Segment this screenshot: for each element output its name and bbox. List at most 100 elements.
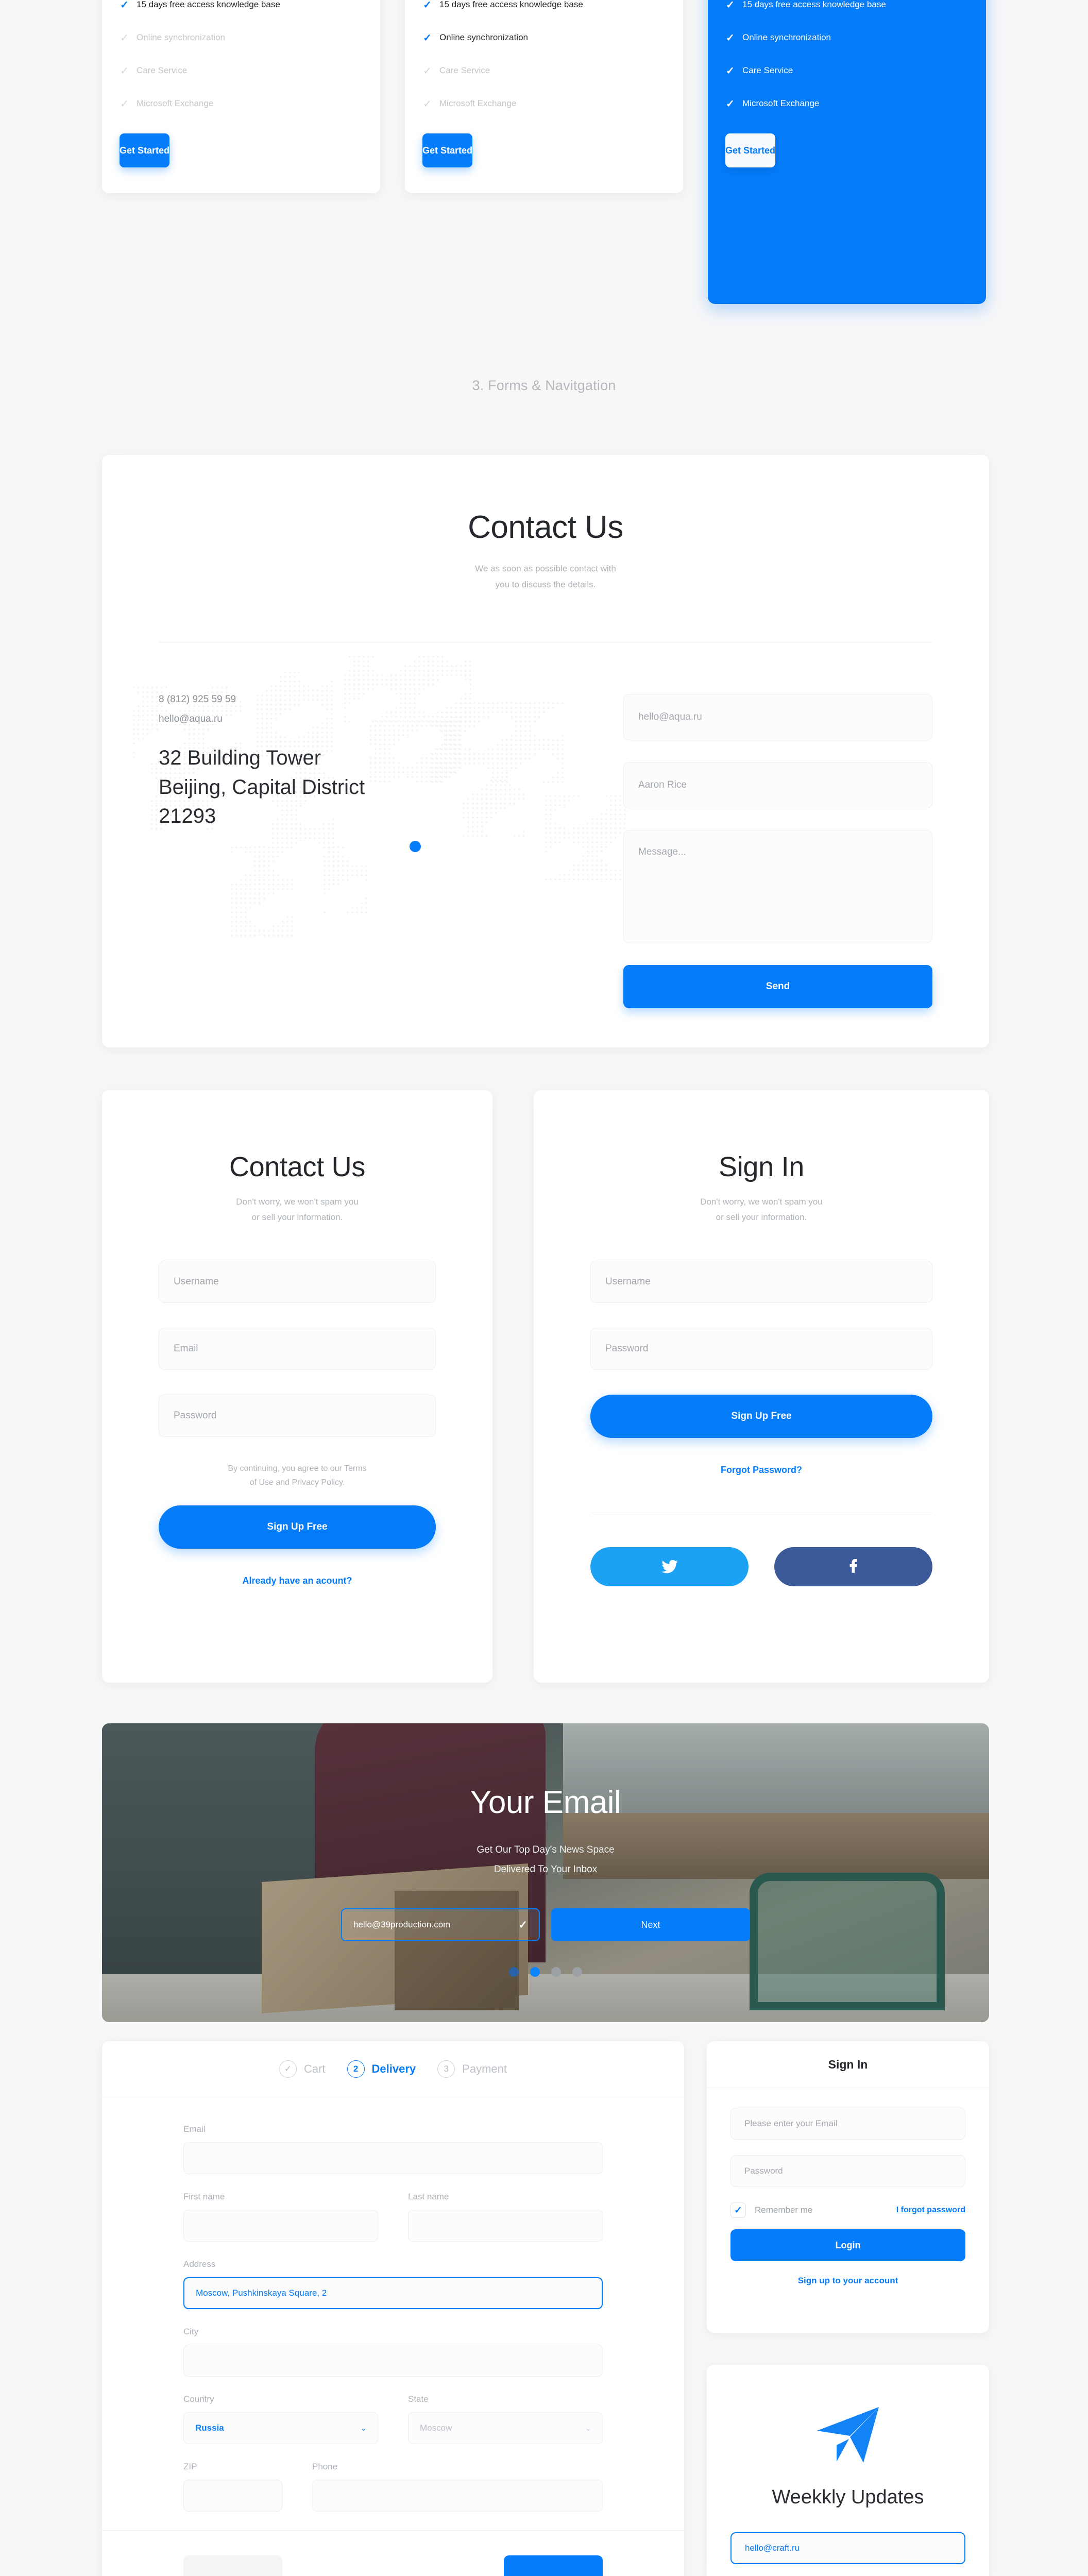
facebook-login-button[interactable]: [774, 1547, 932, 1586]
signup-password-input[interactable]: [159, 1394, 436, 1437]
address-line-2: Beijing, Capital District: [159, 775, 365, 799]
contact-phone: 8 (812) 925 59 59: [159, 693, 236, 705]
signin-subtitle: Don't worry, we won't spam you or sell y…: [590, 1194, 932, 1226]
pricing-section: $0 How to level up your productivity and…: [0, 0, 1088, 304]
signup-subtitle-line2: or sell your information.: [251, 1212, 343, 1223]
signup-username-input[interactable]: [159, 1260, 436, 1303]
already-have-account-link[interactable]: Already have an acount?: [159, 1575, 436, 1586]
pricing-feature-label: Care Service: [742, 65, 793, 75]
get-started-button[interactable]: Get Started: [120, 133, 170, 167]
contact-subtitle-line1: We as soon as possible contact with: [475, 564, 616, 573]
carousel-dot[interactable]: [572, 1967, 582, 1977]
signup-subtitle-line1: Don't worry, we won't spam you: [236, 1197, 359, 1207]
check-icon: ✓: [120, 32, 129, 44]
pricing-feature: ✓ Care Service: [120, 54, 363, 87]
hero-next-button[interactable]: Next: [551, 1908, 750, 1941]
get-started-button[interactable]: Get Started: [422, 133, 473, 167]
sidebar-password-input[interactable]: [730, 2155, 965, 2187]
pricing-feature: ✓ Care Service: [422, 54, 666, 87]
signup-email-input[interactable]: [159, 1327, 436, 1370]
hero-subtitle-line2: Delivered To Your Inbox: [494, 1864, 598, 1875]
forgot-password-link[interactable]: I forgot password: [896, 2206, 965, 2215]
checkout-zip-input[interactable]: [183, 2480, 282, 2512]
section-heading: 3. Forms & Navitgation: [472, 378, 616, 393]
get-started-button[interactable]: Get Started: [725, 133, 776, 167]
field-state: State ⌄: [408, 2394, 603, 2444]
country-select-wrap: ⌄: [183, 2412, 378, 2444]
first-name-label: First name: [183, 2192, 225, 2201]
hero-email-input[interactable]: hello@39production.com ✓: [341, 1908, 540, 1941]
checkout-first-name-input[interactable]: [183, 2210, 378, 2242]
pricing-card-standard: $9 Computer hardware desktops and notebo…: [405, 0, 683, 193]
checkout-email-input[interactable]: [183, 2142, 603, 2174]
remember-me-checkbox[interactable]: ✓: [730, 2202, 746, 2218]
pricing-feature-list: ✓5 Gb of space ✓15 days free access know…: [708, 0, 986, 124]
checkout-phone-input[interactable]: [312, 2480, 603, 2512]
pricing-feature: ✓ Online synchronization: [120, 21, 363, 54]
delivery-form: Email First name Last name Address City: [102, 2097, 684, 2512]
twitter-login-button[interactable]: [590, 1547, 749, 1586]
checkout-city-input[interactable]: [183, 2345, 603, 2377]
pricing-feature: ✓ 15 days free access knowledge base: [422, 0, 666, 21]
checkout-last-name-input[interactable]: [408, 2210, 603, 2242]
signup-title: Contact Us: [229, 1151, 366, 1182]
signin-card: Sign In Don't worry, we won't spam you o…: [534, 1090, 989, 1683]
signup-submit-button[interactable]: Sign Up Free: [159, 1505, 436, 1549]
contact-title: Contact Us: [468, 510, 623, 545]
field-group-email: Email: [183, 2124, 603, 2174]
newsletter-email-input[interactable]: [730, 2532, 965, 2564]
checkout-country-select[interactable]: [183, 2412, 378, 2444]
signin-username-input[interactable]: [590, 1260, 932, 1303]
carousel-dot-active[interactable]: [530, 1967, 540, 1977]
address-line-3: 21293: [159, 805, 216, 828]
contact-us-card: Contact Us We as soon as possible contac…: [102, 455, 989, 1047]
forgot-password-link[interactable]: Forgot Password?: [590, 1465, 932, 1476]
contact-content: Contact Us We as soon as possible contac…: [102, 455, 989, 1008]
sidebar-signin-form: ✓ Remember me I forgot password Login Si…: [707, 2088, 989, 2286]
hero-title: Your Email: [470, 1785, 621, 1820]
step-delivery[interactable]: 2 Delivery: [347, 2060, 416, 2078]
contact-message-input[interactable]: [623, 829, 932, 943]
contact-email-input[interactable]: [623, 693, 932, 740]
pricing-feature-list: ✓5 Gb of space ✓15 days free access know…: [102, 0, 380, 124]
sidebar-email-input[interactable]: [730, 2108, 965, 2140]
check-icon: ✓: [279, 2060, 297, 2078]
last-name-label: Last name: [408, 2192, 449, 2201]
signup-card: Contact Us Don't worry, we won't spam yo…: [102, 1090, 492, 1683]
step-payment[interactable]: 3 Payment: [437, 2060, 507, 2078]
step-number-badge: 3: [437, 2060, 455, 2078]
checkout-continue-button[interactable]: [504, 2555, 603, 2576]
facebook-icon: [849, 1558, 857, 1573]
field-phone: Phone: [312, 2462, 603, 2512]
terms-line-2: of Use and Privacy Policy.: [249, 1478, 345, 1487]
signup-link[interactable]: Sign up to your account: [730, 2276, 965, 2286]
check-icon: ✓: [120, 98, 129, 110]
carousel-dot[interactable]: [551, 1967, 561, 1977]
twitter-icon: [661, 1560, 678, 1573]
checkout-back-button[interactable]: [183, 2555, 282, 2576]
pricing-feature: ✓ Microsoft Exchange: [422, 87, 666, 120]
field-last-name: Last name: [408, 2192, 603, 2242]
checkout-state-select[interactable]: [408, 2412, 603, 2444]
email-label: Email: [183, 2124, 206, 2134]
pricing-card-basic: $0 How to level up your productivity and…: [102, 0, 380, 193]
address-line-1: 32 Building Tower: [159, 746, 321, 769]
check-icon: ✓: [120, 65, 129, 77]
address-label: Address: [183, 2259, 216, 2269]
signin-password-input[interactable]: [590, 1327, 932, 1370]
carousel-dot[interactable]: [509, 1967, 519, 1977]
pricing-feature: ✓ Online synchronization: [422, 21, 666, 54]
checkout-address-input[interactable]: [183, 2277, 603, 2309]
carousel-dots: [102, 1967, 989, 1977]
sidebar-signin-title: Sign In: [828, 2057, 868, 2071]
send-button[interactable]: Send: [623, 964, 932, 1008]
check-icon: ✓: [726, 0, 735, 11]
signin-submit-button[interactable]: Sign Up Free: [590, 1394, 932, 1438]
hero-email-value: hello@39production.com: [353, 1920, 451, 1929]
check-icon: ✓: [423, 98, 432, 110]
contact-name-input[interactable]: [623, 761, 932, 808]
field-group-city: City: [183, 2327, 603, 2377]
login-button[interactable]: Login: [730, 2229, 965, 2261]
step-cart[interactable]: ✓ Cart: [279, 2060, 326, 2078]
pricing-feature-label: Microsoft Exchange: [439, 98, 517, 108]
